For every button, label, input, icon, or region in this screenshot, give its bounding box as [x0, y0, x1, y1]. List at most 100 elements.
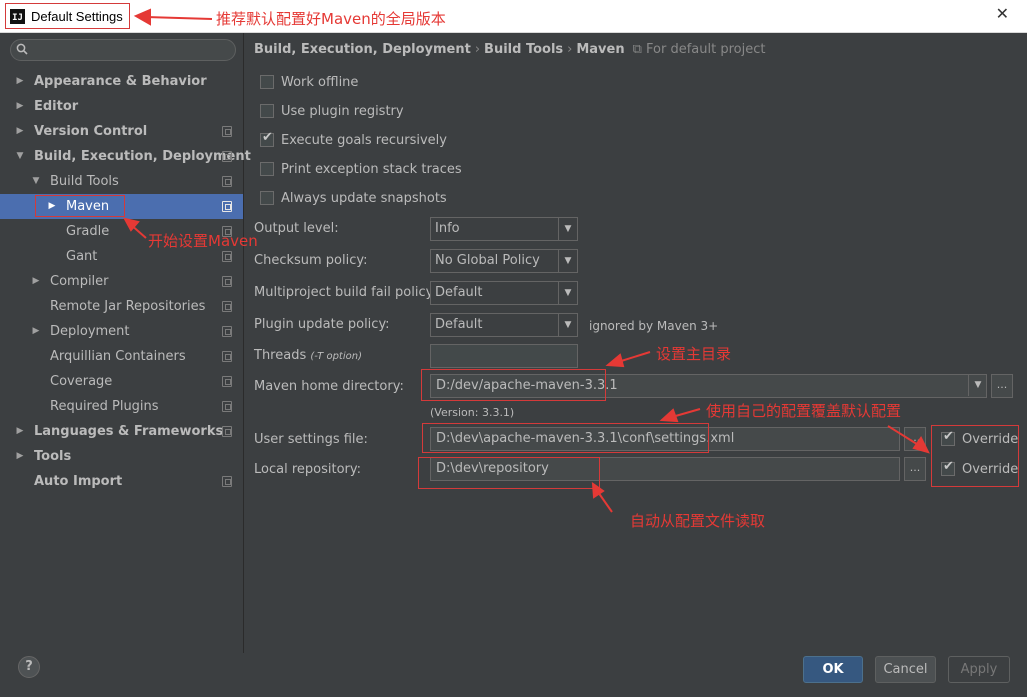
tree-item-coverage[interactable]: Coverage: [0, 369, 243, 394]
maven-home-browse-button[interactable]: ...: [991, 374, 1013, 398]
tree-item-auto-import[interactable]: Auto Import: [0, 469, 243, 494]
output-level-dropdown[interactable]: Info ▼: [430, 217, 578, 241]
tree-item-label: Editor: [34, 99, 79, 114]
tree-item-label: Tools: [34, 449, 72, 464]
checksum-policy-dropdown[interactable]: No Global Policy ▼: [430, 249, 578, 273]
cancel-button[interactable]: Cancel: [875, 656, 936, 683]
help-icon[interactable]: ?: [18, 656, 40, 678]
maven-home-highlight-box: [421, 369, 606, 401]
project-config-icon: [222, 251, 232, 262]
chevron-right-icon[interactable]: ▶: [15, 419, 25, 444]
breadcrumb-item: Build Tools: [484, 42, 564, 57]
tree-item-compiler[interactable]: ▶ Compiler: [0, 269, 243, 294]
scope-text: For default project: [646, 42, 766, 57]
window-titlebar: IJ Default Settings ✕: [0, 0, 1027, 33]
tree-item-arquillian-containers[interactable]: Arquillian Containers: [0, 344, 243, 369]
use-plugin-registry-checkbox[interactable]: Use plugin registry: [260, 101, 404, 121]
maven-highlight-box: [35, 195, 125, 217]
tree-item-appearance[interactable]: ▶ Appearance & Behavior: [0, 69, 243, 94]
tree-item-editor[interactable]: ▶ Editor: [0, 94, 243, 119]
project-scope-icon: ⧉: [632, 42, 647, 57]
ok-button[interactable]: OK: [803, 656, 863, 683]
chevron-right-icon[interactable]: ▶: [15, 69, 25, 94]
close-icon[interactable]: ✕: [996, 4, 1009, 23]
chevron-down-icon[interactable]: ▼: [31, 169, 41, 194]
search-input[interactable]: [10, 39, 236, 61]
threads-hint: (-T option): [310, 351, 362, 362]
project-config-icon: [222, 301, 232, 312]
project-config-icon: [222, 126, 232, 137]
project-config-icon: [222, 276, 232, 287]
maven-home-label: Maven home directory:: [254, 379, 404, 394]
checkbox-box[interactable]: [260, 130, 274, 147]
chevron-right-icon[interactable]: ▶: [15, 444, 25, 469]
project-config-icon: [222, 376, 232, 387]
local-repository-label: Local repository:: [254, 462, 361, 477]
annotation-maven-note: 开始设置Maven: [148, 232, 258, 250]
threads-input[interactable]: [430, 344, 578, 368]
apply-button[interactable]: Apply: [948, 656, 1010, 683]
triangle-down-icon[interactable]: ▼: [558, 250, 577, 272]
checkbox-label: Print exception stack traces: [281, 161, 462, 177]
print-exception-stack-traces-checkbox[interactable]: Print exception stack traces: [260, 159, 462, 179]
chevron-right-icon[interactable]: ▶: [15, 94, 25, 119]
triangle-down-icon[interactable]: ▼: [558, 218, 577, 240]
maven-settings-panel: Build, Execution, Deployment › Build Tools…: [245, 33, 1027, 653]
work-offline-checkbox[interactable]: Work offline: [260, 72, 358, 92]
tree-item-label: Gant: [66, 249, 98, 264]
maven-home-dropdown-toggle[interactable]: ▼: [967, 374, 987, 398]
checkbox-box[interactable]: [260, 162, 274, 176]
dropdown-value: No Global Policy: [435, 253, 540, 268]
triangle-down-icon[interactable]: ▼: [968, 374, 987, 396]
plugin-update-policy-label: Plugin update policy:: [254, 317, 390, 332]
tree-item-label: Build, Execution, Deployment: [34, 149, 251, 164]
chevron-right-icon[interactable]: ▶: [31, 319, 41, 344]
dialog-footer: ? OK Cancel Apply: [0, 653, 1027, 697]
dropdown-value: Default: [435, 317, 483, 332]
project-config-icon: [222, 151, 232, 162]
checksum-policy-label: Checksum policy:: [254, 253, 368, 268]
tree-item-build-tools[interactable]: ▼ Build Tools: [0, 169, 243, 194]
execute-goals-recursively-checkbox[interactable]: Execute goals recursively: [260, 130, 447, 150]
tree-item-label: Coverage: [50, 374, 113, 389]
annotation-title-note: 推荐默认配置好Maven的全局版本: [216, 10, 446, 28]
tree-item-label: Gradle: [66, 224, 110, 239]
project-config-icon: [222, 476, 232, 487]
plugin-update-policy-dropdown[interactable]: Default ▼: [430, 313, 578, 337]
checkbox-label: Execute goals recursively: [281, 132, 447, 148]
checkbox-box[interactable]: [260, 104, 274, 118]
chevron-right-icon[interactable]: ▶: [15, 119, 25, 144]
tree-item-label: Arquillian Containers: [50, 349, 186, 364]
chevron-down-icon[interactable]: ▼: [15, 144, 25, 169]
intellij-app-icon: IJ: [10, 8, 25, 24]
tree-item-build-execution-deployment[interactable]: ▼ Build, Execution, Deployment: [0, 144, 251, 169]
output-level-label: Output level:: [254, 221, 339, 236]
threads-label: Threads (-T option): [254, 348, 362, 363]
project-config-icon: [222, 326, 232, 337]
tree-item-tools[interactable]: ▶ Tools: [0, 444, 243, 469]
plugin-update-note: ignored by Maven 3+: [589, 319, 719, 333]
triangle-down-icon[interactable]: ▼: [558, 314, 577, 336]
local-repository-browse-button[interactable]: ...: [904, 457, 926, 481]
search-icon: [16, 43, 28, 55]
tree-item-required-plugins[interactable]: Required Plugins: [0, 394, 243, 419]
tree-item-deployment[interactable]: ▶ Deployment: [0, 319, 243, 344]
chevron-right-icon[interactable]: ▶: [31, 269, 41, 294]
project-config-icon: [222, 176, 232, 187]
tree-item-languages-frameworks[interactable]: ▶ Languages & Frameworks: [0, 419, 243, 444]
local-repository-highlight-box: [418, 457, 600, 489]
checkbox-box[interactable]: [260, 191, 274, 205]
project-config-icon: [222, 351, 232, 362]
multiproject-fail-policy-dropdown[interactable]: Default ▼: [430, 281, 578, 305]
tree-item-label: Version Control: [34, 124, 148, 139]
checkbox-box[interactable]: [260, 75, 274, 89]
triangle-down-icon[interactable]: ▼: [558, 282, 577, 304]
window-title-box: IJ Default Settings: [5, 3, 130, 29]
always-update-snapshots-checkbox[interactable]: Always update snapshots: [260, 188, 447, 208]
user-settings-browse-button[interactable]: ...: [904, 427, 926, 451]
tree-item-label: Languages & Frameworks: [34, 424, 224, 439]
maven-version-note: (Version: 3.3.1): [430, 406, 515, 419]
tree-item-remote-jar-repositories[interactable]: Remote Jar Repositories: [0, 294, 243, 319]
settings-dialog: ▶ Appearance & Behavior ▶ Editor ▶ Versi…: [0, 33, 1027, 697]
tree-item-version-control[interactable]: ▶ Version Control: [0, 119, 243, 144]
